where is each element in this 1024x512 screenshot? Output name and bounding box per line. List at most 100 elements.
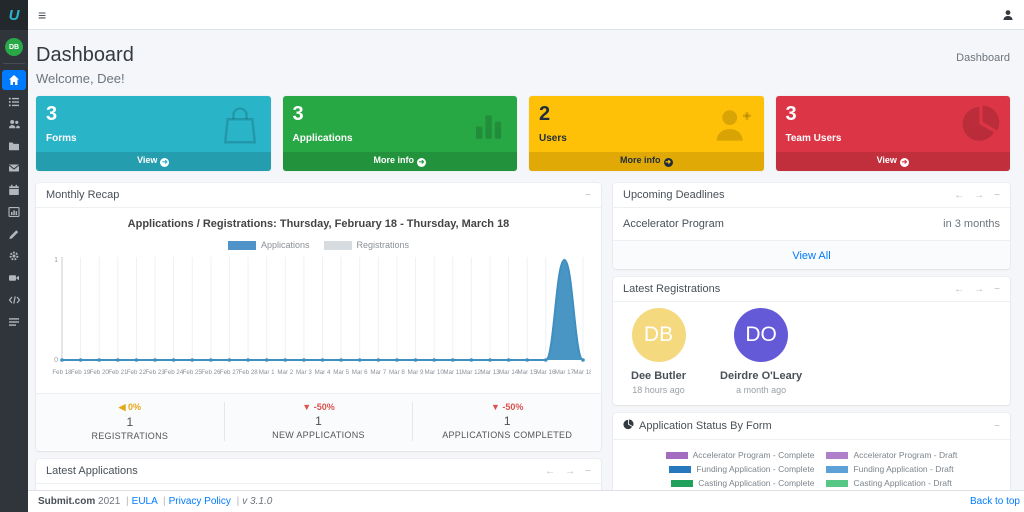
applications-more-info-link[interactable]: More info ➜ [282,152,517,171]
pie-legend-item[interactable]: Funding Application - Complete [669,464,814,474]
users-more-info-link[interactable]: More info ➜ [529,152,764,171]
applications-card: 3 Applications More info ➜ [282,96,517,171]
svg-text:Mar 10: Mar 10 [425,369,445,376]
svg-text:Feb 27: Feb 27 [220,369,240,376]
legend-item[interactable]: Registrations [323,240,409,250]
pie-legend-item[interactable]: Accelerator Program - Complete [665,450,814,460]
page-title: Dashboard [36,44,134,66]
svg-text:Mar 6: Mar 6 [352,369,368,376]
sidebar-item-video[interactable] [2,268,26,288]
code-icon [8,294,21,306]
svg-text:Feb 22: Feb 22 [127,369,147,376]
users-card: 2 Users More info ➜ [529,96,764,171]
svg-text:Feb 24: Feb 24 [164,369,184,376]
collapse-icon[interactable]: − [994,421,1000,432]
pie-chart-icon [960,104,1002,149]
svg-text:Mar 5: Mar 5 [333,369,349,376]
legend-item[interactable]: Applications [227,240,310,250]
prev-icon[interactable]: ← [545,466,555,477]
svg-text:Mar 14: Mar 14 [499,369,519,376]
bar-chart-frame-icon [8,206,20,218]
change-indicator: ▼ -50% [490,402,524,412]
change-indicator: ▼ -50% [302,402,335,412]
sidebar-item-home[interactable] [2,70,26,90]
svg-text:Mar 17: Mar 17 [555,369,575,376]
team-users-card: 3 Team Users View ➜ [775,96,1010,171]
app-logo[interactable]: U [0,0,28,30]
registration-time: a month ago [736,385,787,395]
registration-user[interactable]: DB Dee Butler 18 hours ago [631,308,686,395]
deadline-row[interactable]: Accelerator Program in 3 months [623,216,1000,232]
arrow-circle-icon: ➜ [899,158,909,167]
svg-text:Mar 4: Mar 4 [315,369,331,376]
prev-icon[interactable]: ← [954,284,964,295]
folder-icon [8,140,20,152]
stat-label: APPLICATIONS COMPLETED [442,430,573,440]
video-camera-icon [8,272,20,284]
registration-user[interactable]: DO Deirdre O'Leary a month ago [720,308,802,395]
registrations-stat: ◀ 0% 1 REGISTRATIONS [36,402,224,441]
svg-text:Feb 18: Feb 18 [52,369,72,376]
pie-legend-item[interactable]: Accelerator Program - Draft [826,450,957,460]
stat-value: 1 [126,415,134,429]
stat-label: NEW APPLICATIONS [272,430,365,440]
main-content: Dashboard Welcome, Dee! Dashboard 3 Form… [28,30,1024,512]
eula-link[interactable]: EULA [132,496,158,507]
arrow-circle-icon: ➜ [417,158,426,167]
svg-text:Feb 20: Feb 20 [90,369,110,376]
sidebar-item-settings[interactable] [2,246,26,266]
pie-legend-item[interactable]: Funding Application - Draft [826,464,954,474]
user-avatar[interactable]: DB [5,38,23,56]
sidebar-item-reports[interactable] [2,202,26,222]
prev-icon[interactable]: ← [954,190,964,201]
menu-toggle-icon[interactable]: ≡ [38,8,46,22]
deadline-due: in 3 months [943,218,1000,230]
task-list-icon [8,96,20,108]
sidebar-item-team[interactable] [2,114,26,134]
calendar-icon [8,184,20,196]
page-footer: Submit.com 2021 | EULA | Privacy Policy | v… [28,490,1024,512]
privacy-policy-link[interactable]: Privacy Policy [169,496,231,507]
svg-text:Feb 19: Feb 19 [71,369,91,376]
stat-value: 1 [315,414,322,428]
home-icon [8,74,20,86]
dashboard-app: U DB ≡ Dashboard Welcome, Dee! Dashboard… [0,0,1024,512]
sidebar-item-edit[interactable] [2,224,26,244]
collapse-icon[interactable]: − [994,284,1000,295]
brand-name: Submit.com [38,496,96,507]
collapse-icon[interactable]: − [994,190,1000,201]
recap-stats-row: ◀ 0% 1 REGISTRATIONS ▼ -50% 1 NEW APPLIC… [36,393,601,451]
sidebar-item-logs[interactable] [2,312,26,332]
chart-title: Applications / Registrations: Thursday, … [127,218,510,230]
application-status-title: Application Status By Form [639,420,772,432]
change-indicator: ◀ 0% [118,402,142,412]
pie-legend-item[interactable]: Casting Application - Draft [826,478,952,488]
bar-chart-icon [465,104,509,149]
collapse-icon[interactable]: − [585,190,591,201]
next-icon[interactable]: → [974,190,984,201]
sidebar-item-code[interactable] [2,290,26,310]
footer-left: Submit.com 2021 | EULA | Privacy Policy | v… [38,496,273,507]
user-name: Deirdre O'Leary [720,370,803,382]
stat-label: REGISTRATIONS [91,431,169,441]
svg-text:Mar 9: Mar 9 [408,369,424,376]
team-users-view-link[interactable]: View ➜ [775,152,1010,171]
collapse-icon[interactable]: − [585,466,591,477]
applications-completed-stat: ▼ -50% 1 APPLICATIONS COMPLETED [412,402,601,441]
forms-view-link[interactable]: View ➜ [36,152,271,171]
back-to-top-link[interactable]: Back to top [970,496,1020,507]
next-icon[interactable]: → [974,284,984,295]
breadcrumb[interactable]: Dashboard [956,52,1010,64]
sidebar-item-forms[interactable] [2,92,26,112]
upcoming-deadlines-title: Upcoming Deadlines [623,189,725,201]
sidebar-item-calendar[interactable] [2,180,26,200]
pie-legend-item[interactable]: Casting Application - Complete [671,478,814,488]
user-name: Dee Butler [631,370,687,382]
next-icon[interactable]: → [565,466,575,477]
pie-chart-small-icon [623,419,634,433]
view-all-link[interactable]: View All [792,250,830,262]
sidebar-item-folders[interactable] [2,136,26,156]
sidebar-item-messages[interactable] [2,158,26,178]
account-menu-icon[interactable] [1002,9,1014,21]
envelope-icon [8,162,20,174]
